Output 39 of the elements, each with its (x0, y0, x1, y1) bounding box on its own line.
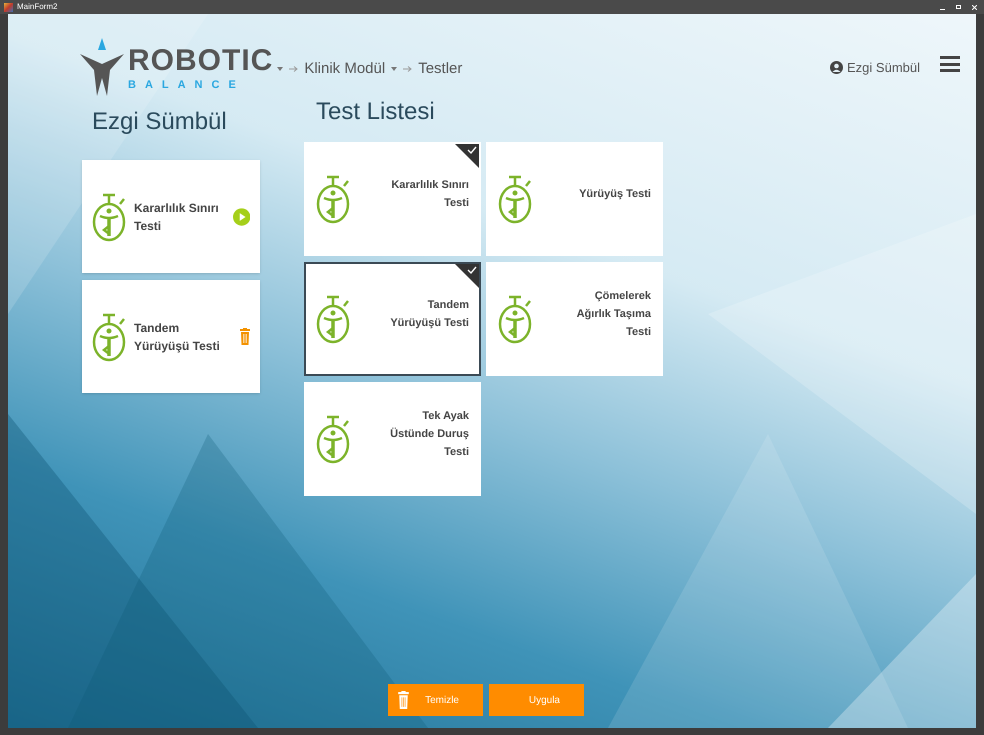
test-name: Çömelerek Ağırlık Taşıma Testi (576, 289, 651, 340)
stopwatch-figure-icon (316, 414, 352, 464)
stopwatch-figure-icon (316, 294, 352, 344)
window-title: MainForm2 (17, 1, 58, 13)
test-list-card[interactable]: Tek Ayak Üstünde Duruş Testi (304, 382, 481, 496)
arrow-icon (403, 66, 412, 72)
caret-icon[interactable] (391, 67, 398, 72)
test-list-card[interactable]: Çömelerek Ağırlık Taşıma Testi (486, 262, 663, 376)
trash-icon (398, 691, 409, 709)
patient-name-heading: Ezgi Sümbül (92, 110, 228, 137)
test-name: Yürüyüş Testi (578, 187, 651, 202)
logo-subtitle: BALANCE (128, 80, 246, 90)
patient-test-card[interactable]: Tandem Yürüyüşü Testi (82, 280, 260, 393)
patient-test-card[interactable]: Kararlılık Sınırı Testi (82, 160, 260, 273)
test-list-card[interactable]: Tandem Yürüyüşü Testi (304, 262, 481, 376)
test-name: Tandem Yürüyüşü Testi (134, 320, 221, 354)
stopwatch-figure-icon (498, 294, 534, 344)
logo-figure-icon (80, 38, 124, 98)
test-name: Tandem Yürüyüşü Testi (389, 298, 469, 331)
logo-wordmark: ROBOTIC (128, 46, 274, 76)
test-list-heading: Test Listesi (316, 100, 436, 127)
close-icon (972, 4, 976, 10)
test-name: Kararlılık Sınırı Testi (390, 178, 469, 211)
app-icon (4, 2, 13, 12)
test-list-card[interactable]: Yürüyüş Testi (486, 142, 663, 256)
user-icon (830, 61, 844, 74)
caret-icon (277, 67, 284, 72)
stopwatch-figure-icon (498, 174, 534, 224)
test-list-card[interactable]: Kararlılık Sınırı Testi (304, 142, 481, 256)
stopwatch-figure-icon (92, 192, 128, 242)
user-name[interactable]: Ezgi Sümbül (847, 58, 920, 78)
stopwatch-figure-icon (92, 312, 128, 362)
stopwatch-figure-icon (316, 174, 352, 224)
arrow-icon (289, 66, 298, 72)
menu-button[interactable] (940, 54, 960, 74)
test-name: Kararlılık Sınırı Testi (134, 200, 220, 234)
breadcrumb-link[interactable]: Testler (418, 58, 462, 80)
test-name: Tek Ayak Üstünde Duruş Testi (389, 409, 469, 460)
breadcrumb-link[interactable]: Klinik Modül (304, 58, 386, 80)
